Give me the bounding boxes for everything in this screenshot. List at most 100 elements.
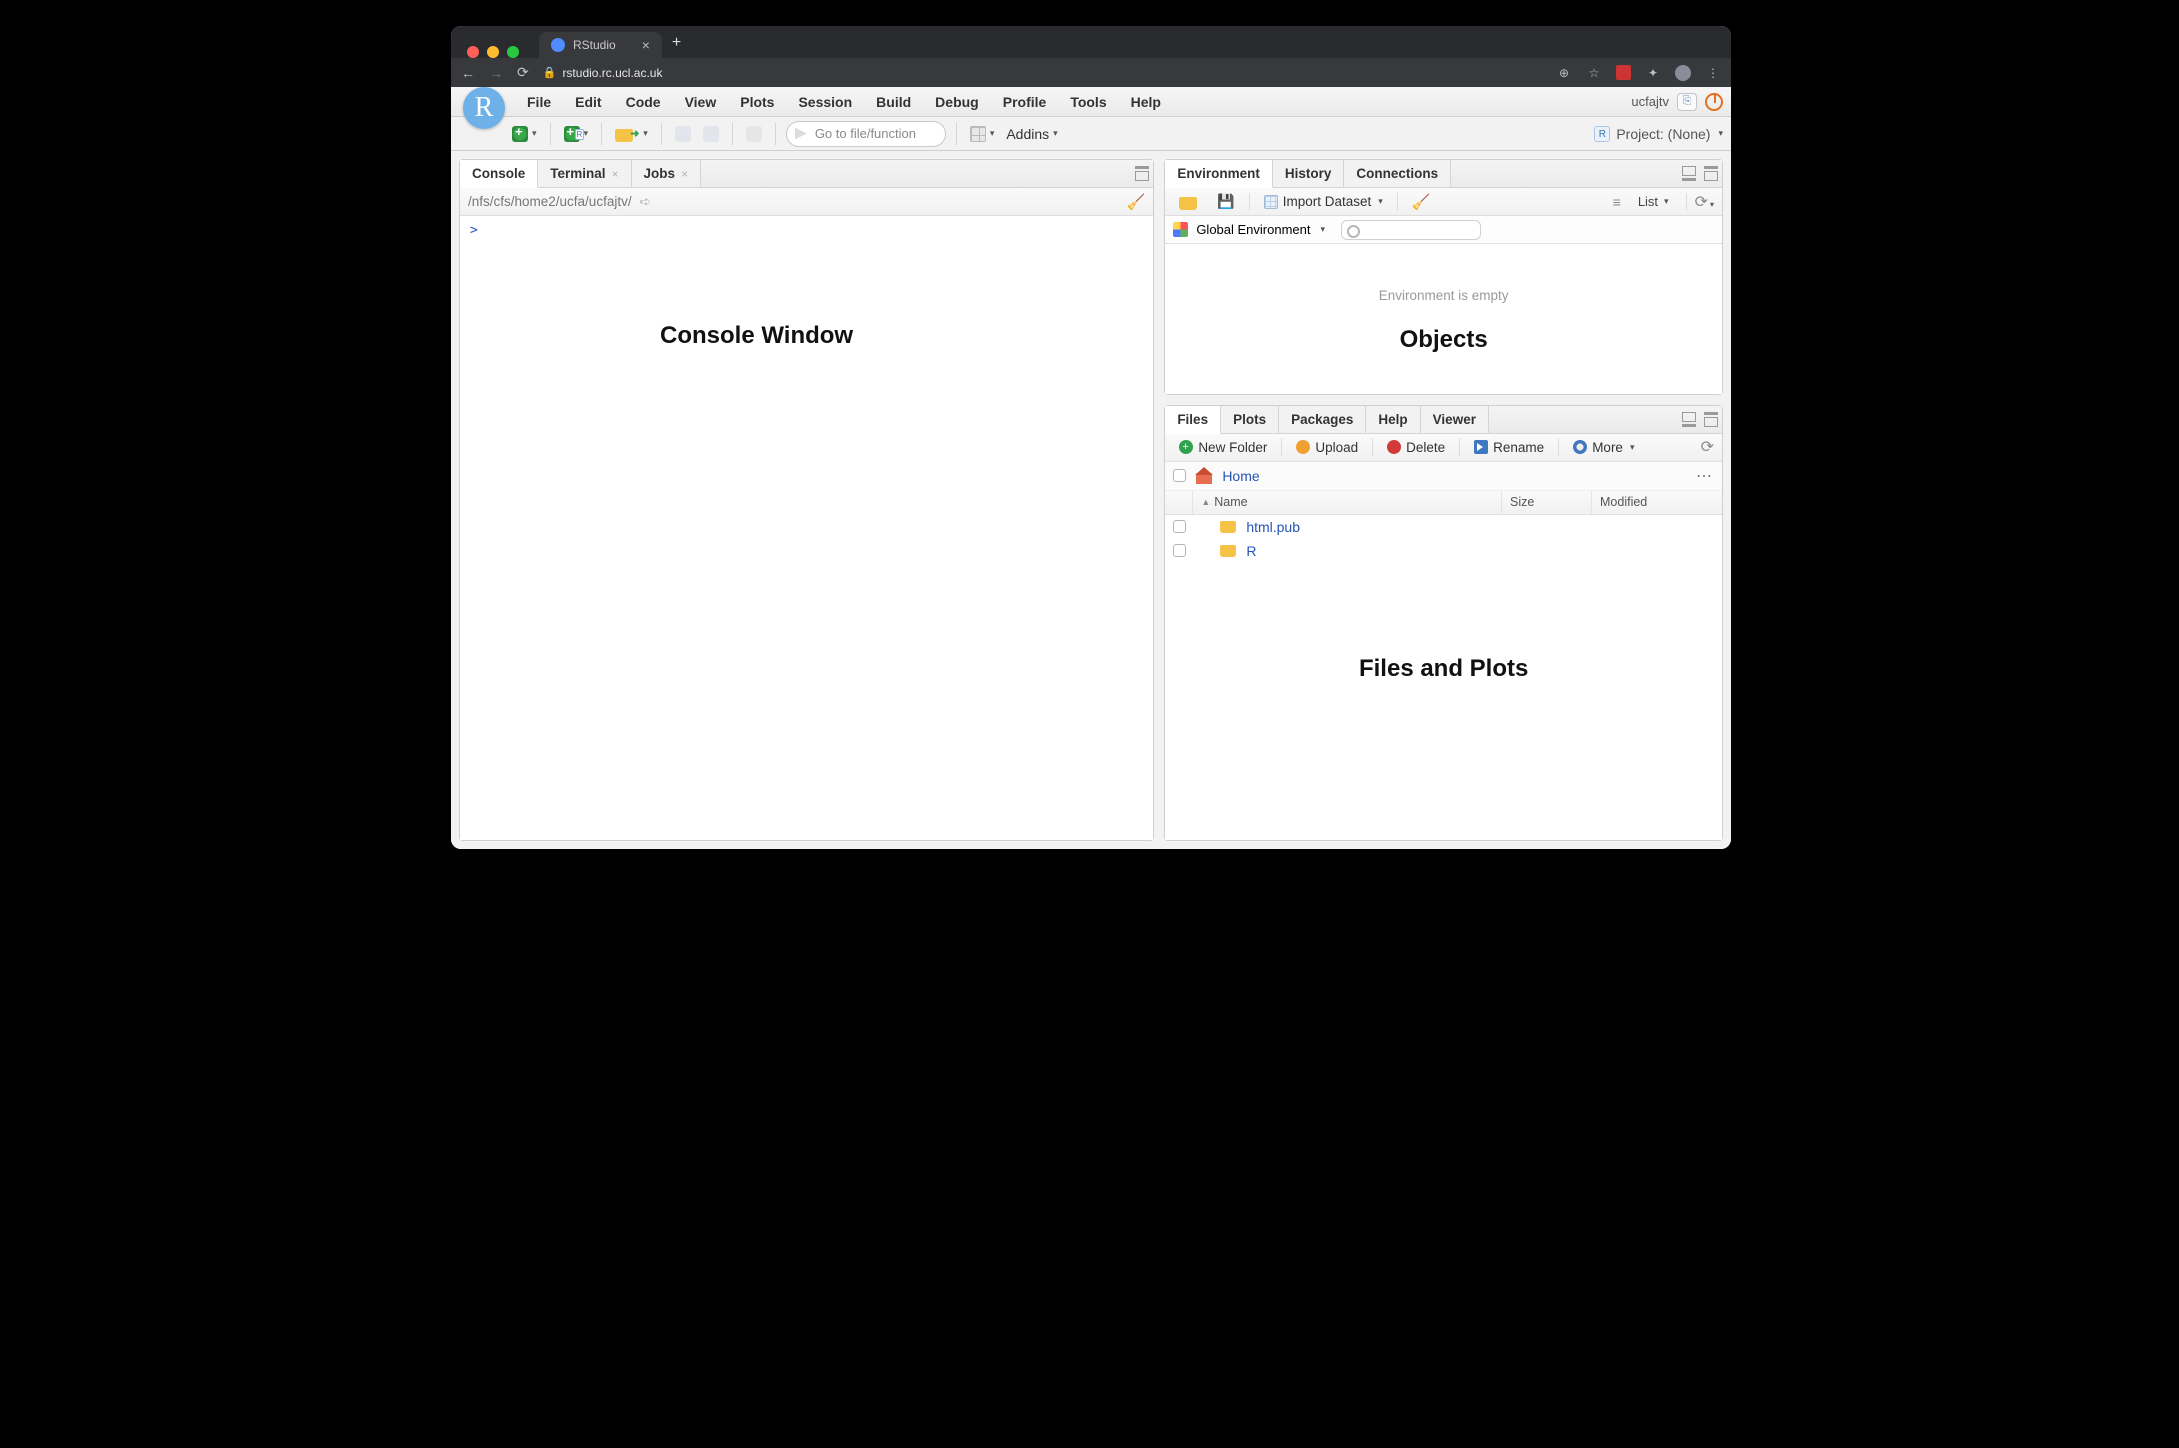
tab-terminal[interactable]: Terminal× [538, 160, 631, 187]
tab-plots[interactable]: Plots [1221, 406, 1279, 433]
menu-view[interactable]: View [673, 88, 729, 116]
import-dataset-button[interactable]: Import Dataset▾ [1258, 194, 1389, 209]
new-tab-button[interactable]: + [662, 28, 691, 58]
minimize-pane-button[interactable] [1678, 406, 1700, 433]
refresh-files-button[interactable]: ⟳ [1701, 437, 1714, 457]
extension-icon[interactable] [1616, 65, 1631, 80]
file-name[interactable]: R [1246, 543, 1256, 559]
delete-button[interactable]: Delete [1381, 440, 1451, 455]
file-row[interactable]: R [1165, 539, 1722, 563]
col-modified[interactable]: Modified [1592, 491, 1722, 514]
profile-avatar-icon[interactable] [1675, 65, 1691, 81]
bookmark-icon[interactable]: ☆ [1586, 66, 1602, 80]
environment-pane-tabs: Environment History Connections [1165, 160, 1722, 188]
url-field[interactable]: 🔒 rstudio.rc.ucl.ac.uk [543, 66, 663, 80]
console-body[interactable]: > Console Window [460, 216, 1153, 840]
open-file-button[interactable]: ➜▾ [612, 124, 651, 144]
close-icon[interactable]: × [681, 167, 688, 181]
tab-history[interactable]: History [1273, 160, 1345, 187]
load-workspace-button[interactable] [1173, 194, 1203, 210]
row-checkbox[interactable] [1173, 520, 1186, 533]
upload-icon [1296, 440, 1310, 454]
back-button[interactable]: ← [461, 65, 475, 81]
menu-plots[interactable]: Plots [728, 88, 786, 116]
working-directory: /nfs/cfs/home2/ucfa/ucfajtv/ [468, 194, 632, 209]
forward-button[interactable]: → [489, 65, 503, 81]
tab-viewer[interactable]: Viewer [1421, 406, 1489, 433]
upload-button[interactable]: Upload [1290, 440, 1364, 455]
quit-session-button[interactable] [1705, 93, 1723, 111]
tab-connections[interactable]: Connections [1344, 160, 1451, 187]
menu-debug[interactable]: Debug [923, 88, 991, 116]
reload-button[interactable]: ⟳ [517, 64, 529, 81]
refresh-env-button[interactable]: ⟳▾ [1695, 192, 1714, 212]
minimize-window-icon[interactable] [487, 46, 499, 58]
close-icon[interactable]: × [612, 167, 619, 181]
browser-tab[interactable]: RStudio × [539, 32, 662, 58]
maximize-pane-button[interactable] [1700, 160, 1722, 187]
tab-environment[interactable]: Environment [1165, 160, 1273, 188]
open-wd-icon[interactable]: ➪ [640, 194, 651, 210]
maximize-pane-button[interactable] [1131, 160, 1153, 187]
home-icon[interactable] [1196, 468, 1212, 484]
save-workspace-button[interactable]: 💾 [1211, 193, 1240, 210]
view-mode-button[interactable]: List▾ [1629, 191, 1678, 212]
tab-packages[interactable]: Packages [1279, 406, 1366, 433]
menu-build[interactable]: Build [864, 88, 923, 116]
minimize-pane-button[interactable] [1678, 160, 1700, 187]
environment-toolbar: 💾 Import Dataset▾ 🧹 ≡ List▾ ⟳▾ [1165, 188, 1722, 216]
new-file-button[interactable]: ▾ [509, 124, 540, 144]
maximize-pane-button[interactable] [1700, 406, 1722, 433]
project-menu[interactable]: R Project: (None)▾ [1594, 126, 1723, 142]
main-toolbar: ▾ ▾ ➜▾ Go to file/function ▾ Addins▾ R P… [451, 117, 1731, 151]
extensions-icon[interactable]: ✦ [1645, 66, 1661, 80]
zoom-icon[interactable]: ⊕ [1556, 66, 1572, 80]
rstudio-app: R File Edit Code View Plots Session Buil… [451, 87, 1731, 849]
tab-console[interactable]: Console [460, 160, 538, 188]
console-input[interactable] [481, 223, 1087, 238]
menu-code[interactable]: Code [614, 88, 673, 116]
menu-session[interactable]: Session [786, 88, 864, 116]
clear-console-button[interactable]: 🧹 [1127, 193, 1146, 211]
annotation-console: Console Window [660, 322, 853, 350]
gear-icon [1573, 440, 1587, 454]
col-size[interactable]: Size [1502, 491, 1592, 514]
workspace-panes-button[interactable]: ▾ [967, 124, 998, 144]
menu-help[interactable]: Help [1119, 88, 1173, 116]
close-tab-icon[interactable]: × [642, 38, 650, 52]
menu-tools[interactable]: Tools [1058, 88, 1118, 116]
tab-jobs[interactable]: Jobs× [632, 160, 702, 187]
addins-button[interactable]: Addins▾ [1003, 124, 1060, 144]
tab-help[interactable]: Help [1366, 406, 1420, 433]
col-name[interactable]: ▲Name [1193, 491, 1502, 514]
env-search-input[interactable] [1341, 220, 1481, 240]
row-checkbox[interactable] [1173, 544, 1186, 557]
rename-button[interactable]: Rename [1468, 440, 1550, 455]
tab-files[interactable]: Files [1165, 406, 1221, 434]
browser-menu-icon[interactable]: ⋮ [1705, 66, 1721, 80]
new-session-button[interactable]: ⎘ [1677, 93, 1697, 111]
save-button[interactable] [672, 124, 694, 144]
close-window-icon[interactable] [467, 46, 479, 58]
rename-icon [1474, 440, 1488, 454]
more-button[interactable]: More▾ [1567, 440, 1640, 455]
goto-file-input[interactable]: Go to file/function [786, 121, 946, 147]
menu-file[interactable]: File [515, 88, 563, 116]
maximize-window-icon[interactable] [507, 46, 519, 58]
select-all-checkbox[interactable] [1173, 469, 1186, 482]
url-host: rstudio.rc.ucl.ac.uk [562, 66, 662, 80]
menu-profile[interactable]: Profile [991, 88, 1059, 116]
print-button[interactable] [743, 124, 765, 144]
file-row[interactable]: html.pub [1165, 515, 1722, 539]
new-folder-button[interactable]: New Folder [1173, 440, 1273, 455]
menu-edit[interactable]: Edit [563, 88, 613, 116]
save-all-button[interactable] [700, 124, 722, 144]
clear-objects-button[interactable]: 🧹 [1406, 193, 1437, 211]
breadcrumb-home[interactable]: Home [1222, 468, 1259, 484]
menu-bar: R File Edit Code View Plots Session Buil… [451, 87, 1731, 117]
console-pane: Console Terminal× Jobs× /nfs/cfs/home2/u… [459, 159, 1154, 841]
path-menu-button[interactable]: ⋯ [1694, 466, 1714, 486]
scope-label[interactable]: Global Environment [1196, 222, 1310, 237]
file-name[interactable]: html.pub [1246, 519, 1300, 535]
new-project-button[interactable]: ▾ [561, 124, 592, 144]
